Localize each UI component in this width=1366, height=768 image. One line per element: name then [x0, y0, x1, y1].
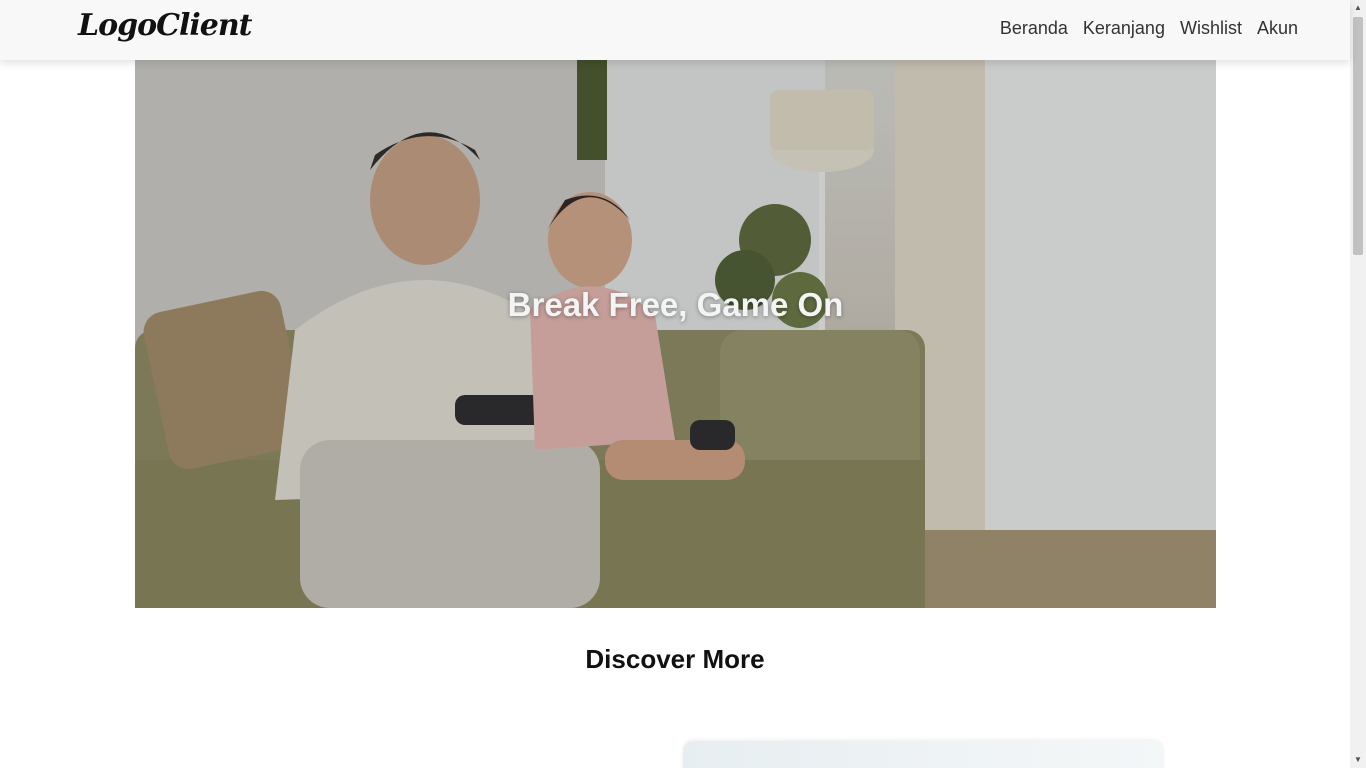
- scroll-thumb[interactable]: [1353, 17, 1363, 255]
- nav-links: Beranda Keranjang Wishlist Akun: [1000, 18, 1298, 39]
- scrollbar[interactable]: ▲ ▼: [1350, 0, 1366, 768]
- scroll-up-icon[interactable]: ▲: [1350, 0, 1366, 16]
- hero-banner: Break Free, Game On: [135, 60, 1216, 608]
- section-title: Discover More: [585, 644, 765, 674]
- scroll-down-icon[interactable]: ▼: [1350, 752, 1366, 768]
- nav-link-beranda[interactable]: Beranda: [1000, 18, 1068, 39]
- product-card[interactable]: [683, 741, 1163, 768]
- hero-overlay: [135, 60, 1216, 608]
- nav-link-akun[interactable]: Akun: [1257, 18, 1298, 39]
- navbar: LogoClient Beranda Keranjang Wishlist Ak…: [0, 0, 1350, 60]
- nav-link-keranjang[interactable]: Keranjang: [1083, 18, 1165, 39]
- nav-link-wishlist[interactable]: Wishlist: [1180, 18, 1242, 39]
- logo[interactable]: LogoClient: [78, 8, 253, 43]
- hero-title: Break Free, Game On: [507, 286, 844, 323]
